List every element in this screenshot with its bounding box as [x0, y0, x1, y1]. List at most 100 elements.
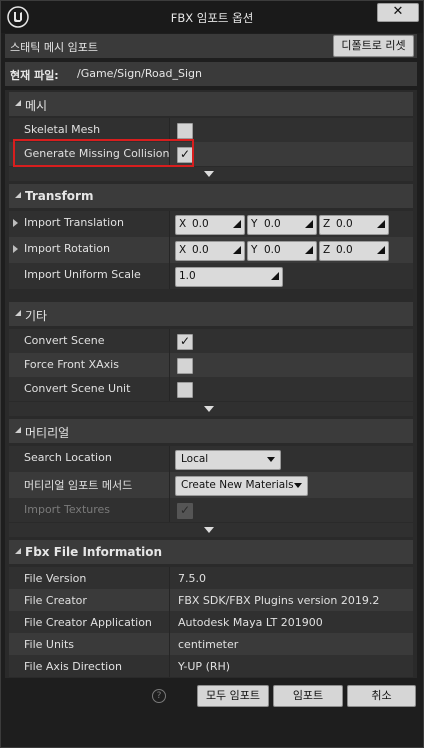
property-row-file-version: File Version 7.5.0	[9, 567, 413, 589]
advanced-expander[interactable]	[9, 523, 413, 537]
property-label: File Version	[24, 572, 87, 585]
property-row-file-creator: File Creator FBX SDK/FBX Plugins version…	[9, 589, 413, 611]
expand-arrow-icon[interactable]	[13, 219, 18, 227]
close-icon: ✕	[392, 4, 404, 19]
convert-scene-unit-checkbox[interactable]	[177, 382, 193, 398]
property-label: File Units	[24, 638, 75, 651]
property-row-force-front-xaxis: Force Front XAxis	[9, 353, 413, 377]
import-all-button[interactable]: 모두 임포트	[197, 685, 269, 707]
property-label: Import Textures	[24, 503, 111, 516]
title-bar[interactable]: FBX 임포트 옵션 ✕	[1, 1, 423, 33]
drag-handle-icon	[305, 246, 313, 254]
translation-y-field[interactable]: Y 0.0	[247, 215, 317, 235]
section-misc-header[interactable]: 기타	[9, 302, 413, 326]
current-file-label: 현재 파일:	[10, 69, 59, 82]
expand-arrow-icon	[204, 406, 214, 412]
property-row-file-units: File Units centimeter	[9, 633, 413, 655]
property-value: FBX SDK/FBX Plugins version 2019.2	[178, 594, 380, 607]
property-row-import-translation: Import Translation X 0.0 Y 0.0 Z 0.0	[9, 211, 413, 237]
translation-x-field[interactable]: X 0.0	[175, 215, 245, 235]
property-row-file-axis-direction: File Axis Direction Y-UP (RH)	[9, 655, 413, 677]
property-value: centimeter	[178, 638, 239, 651]
close-button[interactable]: ✕	[377, 3, 419, 22]
details-panel: 메시 Skeletal Mesh Generate Missing Collis…	[5, 90, 417, 678]
column-divider[interactable]	[169, 263, 170, 289]
chevron-down-icon	[267, 457, 275, 462]
drag-handle-icon	[233, 220, 241, 228]
rotation-z-field[interactable]: Z 0.0	[319, 241, 389, 261]
uniform-scale-field[interactable]: 1.0	[175, 267, 283, 287]
cancel-button[interactable]: 취소	[347, 685, 416, 707]
property-row-file-creator-application: File Creator Application Autodesk Maya L…	[9, 611, 413, 633]
column-divider[interactable]	[169, 611, 170, 633]
material-import-method-dropdown[interactable]: Create New Materials	[175, 476, 308, 496]
section-material-title: 머티리얼	[25, 426, 70, 440]
property-label: Convert Scene Unit	[24, 382, 131, 395]
column-divider[interactable]	[169, 329, 170, 353]
property-label: 머티리얼 임포트 메서드	[24, 479, 133, 492]
highlight-box	[13, 139, 194, 167]
property-label: File Axis Direction	[24, 660, 122, 673]
property-label: Skeletal Mesh	[24, 123, 101, 136]
property-row-convert-scene: Convert Scene ✓	[9, 329, 413, 353]
column-divider[interactable]	[169, 567, 170, 589]
property-label: Import Translation	[24, 216, 124, 229]
translation-z-field[interactable]: Z 0.0	[319, 215, 389, 235]
collapse-arrow-icon	[15, 310, 21, 316]
import-button[interactable]: 임포트	[273, 685, 343, 707]
import-type-label: 스태틱 메시 임포트	[10, 41, 98, 54]
skeletal-mesh-checkbox[interactable]	[177, 123, 193, 139]
property-row-convert-scene-unit: Convert Scene Unit	[9, 377, 413, 401]
current-file-path: /Game/Sign/Road_Sign	[77, 67, 202, 80]
section-mesh-header[interactable]: 메시	[9, 92, 413, 116]
checkmark-icon: ✓	[179, 334, 191, 348]
convert-scene-checkbox[interactable]: ✓	[177, 334, 193, 350]
section-material-header[interactable]: 머티리얼	[9, 419, 413, 443]
expand-arrow-icon	[204, 527, 214, 533]
column-divider[interactable]	[169, 589, 170, 611]
section-fbx-info-header[interactable]: Fbx File Information	[9, 540, 413, 564]
collapse-arrow-icon	[15, 192, 21, 198]
column-divider[interactable]	[169, 353, 170, 377]
drag-handle-icon	[377, 220, 385, 228]
section-fbx-info-title: Fbx File Information	[25, 545, 163, 559]
column-divider[interactable]	[169, 633, 170, 655]
section-transform-header[interactable]: Transform	[9, 184, 413, 208]
column-divider[interactable]	[169, 498, 170, 522]
column-divider[interactable]	[169, 377, 170, 401]
reset-to-default-button[interactable]: 디폴트로 리셋	[333, 35, 414, 57]
rotation-x-field[interactable]: X 0.0	[175, 241, 245, 261]
window-title: FBX 임포트 옵션	[170, 11, 254, 25]
column-divider[interactable]	[169, 655, 170, 677]
chevron-down-icon	[294, 483, 302, 488]
property-row-import-textures: Import Textures ✓	[9, 498, 413, 522]
drag-handle-icon	[305, 220, 313, 228]
property-row-material-import-method: 머티리얼 임포트 메서드 Create New Materials	[9, 472, 413, 498]
checkmark-icon: ✓	[179, 503, 191, 517]
property-row-search-location: Search Location Local	[9, 446, 413, 472]
force-front-xaxis-checkbox[interactable]	[177, 358, 193, 374]
column-divider[interactable]	[169, 237, 170, 263]
property-value: Autodesk Maya LT 201900	[178, 616, 323, 629]
property-value: 7.5.0	[178, 572, 206, 585]
expand-arrow-icon	[204, 171, 214, 177]
advanced-expander[interactable]	[9, 167, 413, 181]
drag-handle-icon	[271, 272, 279, 280]
expand-arrow-icon[interactable]	[13, 245, 18, 253]
property-label: Import Rotation	[24, 242, 111, 255]
section-transform-title: Transform	[25, 189, 94, 203]
drag-handle-icon	[377, 246, 385, 254]
search-location-dropdown[interactable]: Local	[175, 450, 281, 470]
column-divider[interactable]	[169, 446, 170, 472]
fbx-import-options-window: FBX 임포트 옵션 ✕ 스태틱 메시 임포트 디폴트로 리셋 현재 파일: /…	[0, 0, 424, 748]
property-label: File Creator	[24, 594, 87, 607]
property-label: File Creator Application	[24, 616, 152, 629]
help-icon[interactable]: ?	[152, 689, 166, 703]
advanced-expander[interactable]	[9, 402, 413, 416]
section-mesh-title: 메시	[25, 99, 48, 113]
rotation-y-field[interactable]: Y 0.0	[247, 241, 317, 261]
property-label: Convert Scene	[24, 334, 105, 347]
import-textures-checkbox: ✓	[177, 503, 193, 519]
column-divider[interactable]	[169, 211, 170, 237]
column-divider[interactable]	[169, 472, 170, 498]
